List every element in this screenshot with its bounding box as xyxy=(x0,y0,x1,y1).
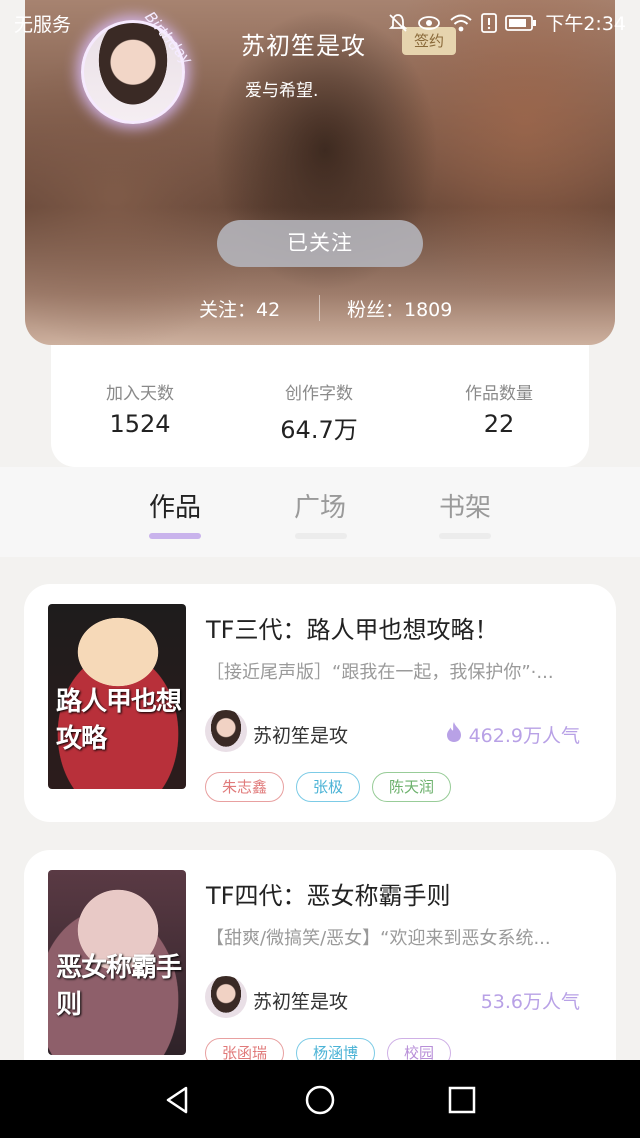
following-count[interactable]: 关注：42 xyxy=(199,295,280,322)
profile-header: Birthday 苏初笙是攻 签约 爱与希望. 已关注 关注：42 粉丝：180… xyxy=(25,0,615,345)
stats-divider xyxy=(319,295,320,321)
tab-square[interactable]: 广场 xyxy=(275,487,365,524)
clock-text: 下午2:34 xyxy=(545,13,626,35)
stat-label: 作品数量 xyxy=(465,384,533,404)
tab-indicator xyxy=(295,533,347,539)
author-stats-card: 加入天数 1524 创作字数 64.7万 作品数量 22 xyxy=(51,345,589,467)
tab-indicator-active xyxy=(149,533,201,539)
mute-icon xyxy=(387,12,409,34)
tab-indicator xyxy=(439,533,491,539)
book-card[interactable]: 恶女称霸手则 TF四代：恶女称霸手则 【甜爽/微搞笑/恶女】“欢迎来到恶女系统.… xyxy=(24,850,616,1088)
tag[interactable]: 陈天润 xyxy=(372,772,452,802)
system-nav-bar xyxy=(0,1060,640,1138)
author-name[interactable]: 苏初笙是攻 xyxy=(253,987,348,1014)
tab-works[interactable]: 作品 xyxy=(130,487,220,524)
book-title[interactable]: TF三代：路人甲也想攻略！ xyxy=(206,610,498,645)
stat-value: 64.7万 xyxy=(280,416,358,444)
popularity: 462.9万人气 xyxy=(445,721,580,748)
status-icons: 下午2:34 xyxy=(387,9,626,36)
status-bar: 无服务 下午2:34 xyxy=(0,0,640,44)
tag[interactable]: 张极 xyxy=(296,772,361,802)
book-description: ［接近尾声版］“跟我在一起，我保护你”·... xyxy=(206,662,554,683)
wifi-icon xyxy=(449,12,473,34)
tab-bookshelf[interactable]: 书架 xyxy=(420,487,510,524)
carrier-text: 无服务 xyxy=(14,14,72,36)
follow-stats: 关注：42 粉丝：1809 xyxy=(25,295,615,321)
stat-value: 1524 xyxy=(109,410,171,438)
tag-list: 朱志鑫 张极 陈天润 xyxy=(205,772,452,802)
user-bio: 爱与希望. xyxy=(245,81,319,101)
alert-icon xyxy=(481,12,498,34)
stat-label: 加入天数 xyxy=(106,384,174,404)
popularity-value: 462.9万人气 xyxy=(468,725,580,747)
fans-count[interactable]: 粉丝：1809 xyxy=(347,295,452,322)
book-card[interactable]: 路人甲也想攻略 TF三代：路人甲也想攻略！ ［接近尾声版］“跟我在一起，我保护你… xyxy=(24,584,616,822)
eye-icon xyxy=(417,12,441,34)
book-cover[interactable]: 路人甲也想攻略 xyxy=(48,604,186,789)
stat-value: 22 xyxy=(483,410,515,438)
stat-label: 创作字数 xyxy=(285,384,353,404)
back-icon[interactable] xyxy=(158,1080,198,1120)
join-days-stat: 加入天数 1524 xyxy=(60,379,220,438)
cover-title: 恶女称霸手则 xyxy=(56,953,182,1020)
book-description: 【甜爽/微搞笑/恶女】“欢迎来到恶女系统... xyxy=(206,928,551,949)
author-name[interactable]: 苏初笙是攻 xyxy=(253,721,348,748)
book-title[interactable]: TF四代：恶女称霸手则 xyxy=(206,876,450,911)
popularity-value: 53.6万人气 xyxy=(480,991,580,1013)
word-count-stat: 创作字数 64.7万 xyxy=(239,379,399,445)
home-icon[interactable] xyxy=(300,1080,340,1120)
popularity: 53.6万人气 xyxy=(481,987,580,1014)
author-avatar[interactable] xyxy=(205,710,247,752)
book-cover[interactable]: 恶女称霸手则 xyxy=(48,870,186,1055)
tag[interactable]: 朱志鑫 xyxy=(205,772,285,802)
works-count-stat: 作品数量 22 xyxy=(419,379,579,438)
battery-icon xyxy=(505,12,537,34)
follow-button[interactable]: 已关注 xyxy=(217,220,423,267)
cover-title: 路人甲也想攻略 xyxy=(56,687,182,754)
flame-icon xyxy=(445,721,463,748)
author-avatar[interactable] xyxy=(205,976,247,1018)
recent-apps-icon[interactable] xyxy=(442,1080,482,1120)
